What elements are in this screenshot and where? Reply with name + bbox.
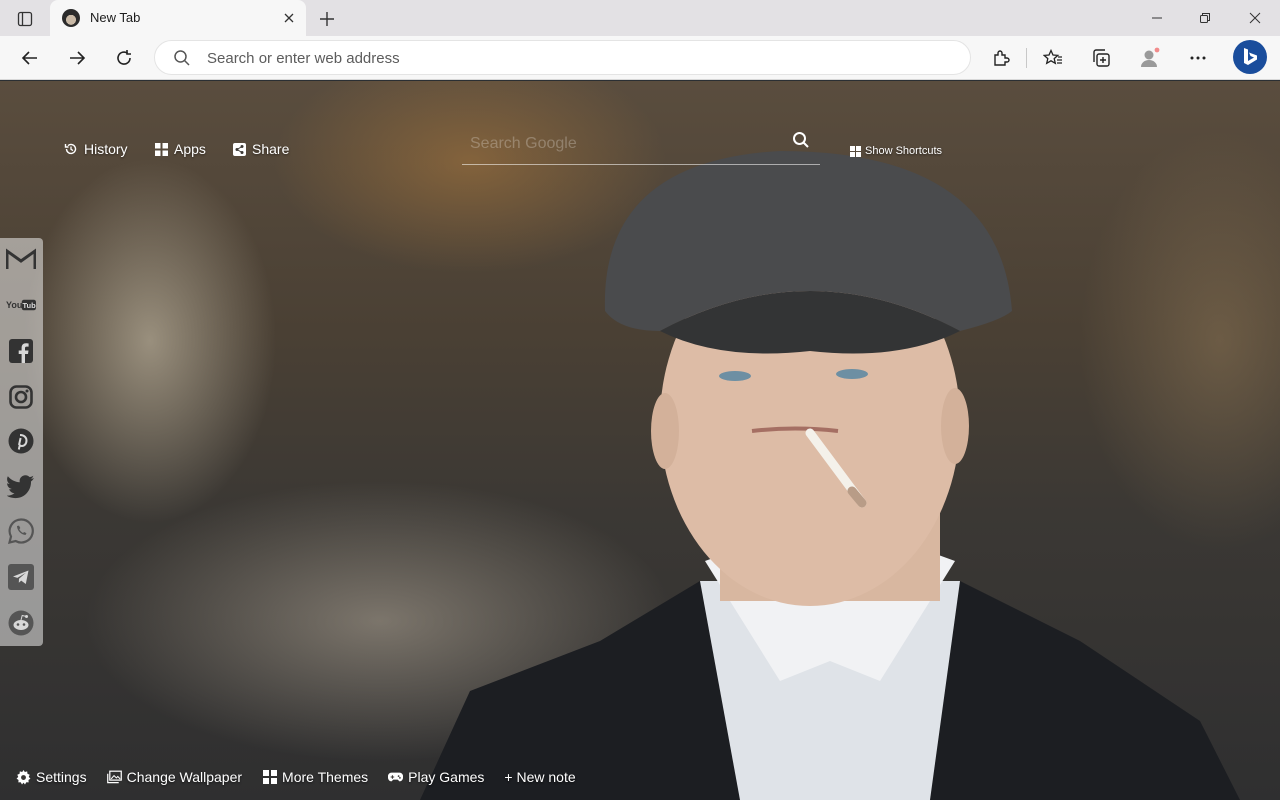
profile-icon (1141, 47, 1160, 67)
minimize-button[interactable] (1133, 0, 1181, 36)
gmail-icon[interactable] (6, 244, 36, 274)
restore-icon (1200, 13, 1210, 23)
google-search-input[interactable] (470, 131, 770, 157)
avatar-favicon (62, 9, 80, 27)
refresh-icon (117, 50, 131, 65)
google-search-box (462, 125, 820, 165)
apps-link[interactable]: Apps (154, 141, 206, 157)
profile-button[interactable] (1134, 42, 1166, 74)
settings-button[interactable]: Settings (16, 769, 87, 785)
twitter-icon[interactable] (6, 472, 36, 502)
new-tab-button[interactable] (314, 6, 340, 32)
grid-icon (850, 145, 861, 157)
social-sidebar: YouTube (0, 238, 43, 646)
new-note-button[interactable]: + New note (504, 769, 575, 785)
star-list-icon (1043, 49, 1062, 65)
close-icon (1249, 12, 1261, 24)
more-menu-button[interactable] (1182, 42, 1214, 74)
pinterest-icon[interactable] (6, 426, 36, 456)
puzzle-icon (994, 50, 1010, 66)
close-icon[interactable] (280, 9, 298, 27)
gear-icon (16, 769, 31, 785)
youtube-icon[interactable]: YouTube (6, 290, 36, 320)
reddit-icon[interactable] (6, 608, 36, 638)
bing-icon (1244, 48, 1257, 65)
apps-label: Apps (174, 141, 206, 157)
apps-grid-icon (154, 142, 168, 156)
favorites-button[interactable] (1037, 42, 1069, 74)
show-shortcuts-button[interactable]: Show Shortcuts (850, 145, 942, 157)
history-label: History (84, 141, 128, 157)
wallpaper-icon (106, 770, 122, 785)
window-close-button[interactable] (1231, 0, 1279, 36)
facebook-icon[interactable] (6, 336, 36, 366)
show-shortcuts-label: Show Shortcuts (865, 145, 943, 157)
play-games-label: Play Games (408, 769, 485, 785)
plus-icon (320, 12, 334, 26)
restore-button[interactable] (1181, 0, 1229, 36)
ellipsis-icon (1190, 56, 1206, 60)
history-icon (64, 142, 78, 156)
more-themes-label: More Themes (282, 769, 369, 785)
share-icon (232, 142, 246, 156)
new-note-label: + New note (504, 769, 576, 785)
minimize-icon (1152, 17, 1162, 19)
search-icon (174, 50, 190, 66)
play-games-button[interactable]: Play Games (388, 769, 484, 785)
telegram-icon[interactable] (6, 562, 36, 592)
extensions-button[interactable] (985, 42, 1017, 74)
tab-strip: New Tab (0, 0, 1280, 36)
more-themes-button[interactable]: More Themes (262, 769, 368, 785)
grid-icon (262, 770, 277, 785)
svg-text:Tube: Tube (23, 301, 37, 310)
share-label: Share (252, 141, 290, 157)
bottom-bar: Settings Change Wallpaper More Themes Pl… (16, 769, 576, 785)
whatsapp-icon[interactable] (6, 516, 36, 546)
change-wallpaper-label: Change Wallpaper (126, 769, 243, 785)
forward-arrow-icon (70, 51, 86, 65)
forward-button[interactable] (61, 42, 93, 74)
settings-label: Settings (36, 769, 87, 785)
history-link[interactable]: History (64, 141, 128, 157)
bing-button[interactable] (1233, 40, 1267, 74)
new-tab-page: History Apps Share Show Shortcuts YouTub… (0, 81, 1280, 800)
collections-button[interactable] (1085, 42, 1117, 74)
gamepad-icon (388, 770, 404, 785)
address-bar-placeholder: Search or enter web address (207, 50, 400, 67)
search-icon[interactable] (792, 131, 810, 149)
tab-title: New Tab (90, 10, 141, 25)
collections-icon (1093, 49, 1110, 67)
toolbar-separator (1026, 48, 1027, 68)
tab-actions-icon[interactable] (10, 6, 40, 32)
address-bar[interactable]: Search or enter web address (154, 40, 971, 75)
tab-new-tab[interactable]: New Tab (50, 0, 306, 36)
refresh-button[interactable] (108, 42, 140, 74)
back-button[interactable] (14, 42, 46, 74)
wallpaper-image (420, 151, 1240, 800)
svg-text:You: You (6, 300, 22, 310)
share-link[interactable]: Share (232, 141, 289, 157)
change-wallpaper-button[interactable]: Change Wallpaper (106, 769, 243, 785)
back-arrow-icon (21, 51, 37, 65)
browser-toolbar: Search or enter web address (0, 36, 1280, 80)
instagram-icon[interactable] (6, 382, 36, 412)
